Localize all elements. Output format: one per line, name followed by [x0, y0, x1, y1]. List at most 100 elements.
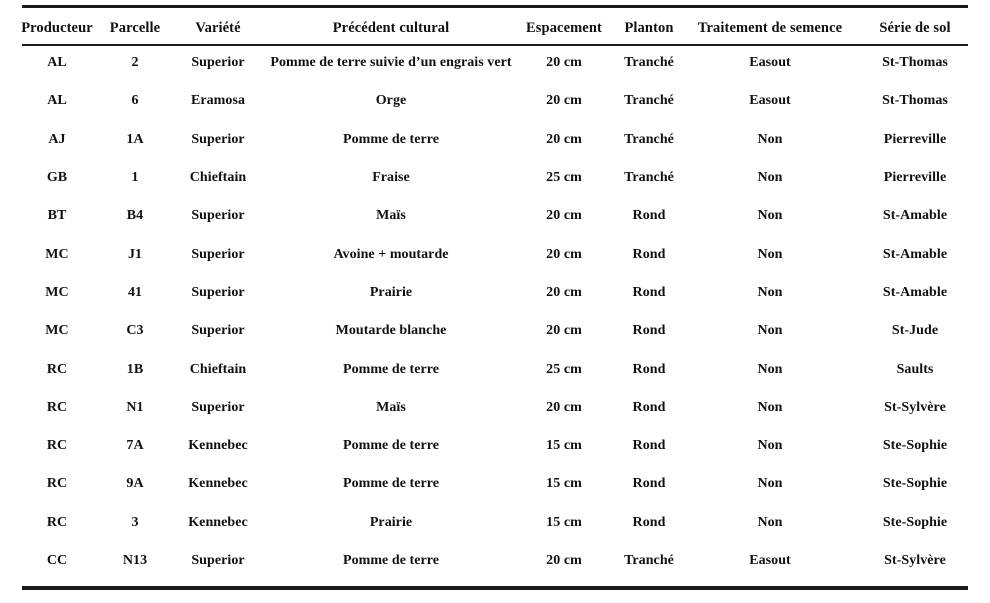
table-row: GB 1 Chieftain Fraise 25 cm Tranché Non Pierrev… [14, 159, 976, 197]
table-row: AL 6 Eramosa Orge 20 cm Tranché Easout St-Thoma… [14, 82, 976, 120]
cell-parcelle: 2 [131, 55, 139, 71]
cell-variete: Kennebec [188, 438, 248, 454]
cell-espacement: 20 cm [546, 246, 582, 262]
cell-producteur: MC [45, 284, 69, 300]
cell-variete: Chieftain [189, 170, 247, 186]
table-row: MC 41 Superior Prairie 20 cm Rond Non St-Amable [14, 274, 976, 312]
cell-producteur: MC [45, 323, 69, 339]
cell-producteur: BT [47, 208, 67, 224]
cell-precedent: Pomme de terre [342, 438, 440, 454]
cell-serie: St-Thomas [882, 55, 948, 71]
cell-planton: Rond [632, 246, 666, 262]
cell-espacement: 20 cm [546, 208, 582, 224]
cell-producteur: RC [46, 361, 68, 377]
cell-espacement: 20 cm [546, 93, 582, 109]
table-row: RC N1 Superior Maïs 20 cm Rond Non St-Sylvère [14, 389, 976, 427]
cell-traitement: Non [757, 514, 783, 530]
cell-traitement: Non [757, 476, 783, 492]
cell-planton: Rond [632, 323, 666, 339]
cell-parcelle: 1A [126, 131, 144, 147]
cell-variete: Superior [191, 323, 245, 339]
cell-producteur: RC [46, 476, 68, 492]
table-row: MC C3 Superior Moutarde blanche 20 cm Rond Non… [14, 312, 976, 350]
cell-traitement: Non [757, 438, 783, 454]
cell-variete: Superior [191, 399, 245, 415]
cell-serie: Ste-Sophie [882, 476, 948, 492]
cell-espacement: 20 cm [546, 323, 582, 339]
table-row: BT B4 Superior Maïs 20 cm Rond Non St-Amable [14, 197, 976, 235]
table-row: RC 1B Chieftain Pomme de terre 25 cm Rond Non S… [14, 350, 976, 388]
cell-planton: Rond [632, 514, 666, 530]
column-header-producteur: Producteur [21, 19, 93, 36]
cell-producteur: MC [45, 246, 69, 262]
table-row: RC 9A Kennebec Pomme de terre 15 cm Rond Non St… [14, 465, 976, 503]
cell-producteur: CC [46, 553, 68, 568]
cell-variete: Kennebec [188, 476, 248, 492]
cell-variete: Superior [191, 208, 245, 224]
cell-serie: St-Sylvère [884, 553, 946, 568]
cell-precedent: Pomme de terre [342, 131, 440, 147]
table-row: CC N13 Superior Pomme de terre 20 cm Tranché E… [14, 542, 976, 580]
cell-traitement: Easout [749, 553, 791, 568]
cell-serie: St-Sylvère [884, 399, 946, 415]
cell-espacement: 20 cm [546, 131, 582, 147]
column-header-traitement: Traitement de semence [697, 19, 843, 36]
table-header: Producteur Parcelle Variété Précédent cu… [14, 12, 976, 44]
cell-producteur: AJ [48, 131, 66, 147]
cell-parcelle: 1 [131, 170, 139, 186]
cell-serie: Pierreville [883, 170, 947, 186]
table-row: AL 2 Superior Pomme de terre suivie d’un en… [14, 44, 976, 82]
cell-parcelle: 3 [131, 514, 139, 530]
cell-precedent: Prairie [369, 514, 413, 530]
column-header-parcelle: Parcelle [109, 19, 161, 36]
cell-serie: St-Thomas [882, 93, 948, 109]
cell-precedent-text: Pomme de terre suivie d’un engrais vert [270, 55, 512, 71]
cell-espacement: 20 cm [546, 399, 582, 415]
cell-espacement: 25 cm [546, 170, 582, 186]
table-row: RC 3 Kennebec Prairie 15 cm Rond Non Ste-Sophie [14, 504, 976, 542]
cell-planton: Tranché [624, 93, 674, 109]
cell-producteur: RC [46, 399, 68, 415]
cell-traitement: Non [757, 323, 783, 339]
cell-traitement: Easout [749, 93, 791, 109]
cell-serie: Ste-Sophie [882, 514, 948, 530]
cell-serie: Ste-Sophie [882, 438, 948, 454]
table-top-rule [22, 5, 968, 8]
cell-serie: St-Jude [891, 323, 939, 339]
cell-parcelle: N13 [122, 553, 148, 568]
cell-parcelle: 1B [126, 361, 144, 377]
cell-variete: Kennebec [188, 514, 248, 530]
cell-traitement: Non [757, 399, 783, 415]
cell-parcelle: B4 [126, 208, 144, 224]
data-table: Producteur Parcelle Variété Précédent cu… [14, 12, 976, 580]
cell-espacement: 15 cm [546, 514, 582, 530]
cell-variete: Superior [191, 284, 245, 300]
cell-traitement: Non [757, 284, 783, 300]
cell-serie: Pierreville [883, 131, 947, 147]
cell-precedent: Pomme de terre suivie d’un engrais vert [266, 44, 516, 82]
cell-precedent: Maïs [376, 399, 406, 415]
cell-producteur: AL [47, 93, 67, 109]
table-row: RC 7A Kennebec Pomme de terre 15 cm Rond Non St… [14, 427, 976, 465]
cell-traitement: Non [757, 131, 783, 147]
column-header-precedent: Précédent cultural [332, 19, 450, 36]
cell-planton: Tranché [624, 553, 674, 568]
cell-planton: Rond [632, 476, 666, 492]
table-row: AJ 1A Superior Pomme de terre 20 cm Tranché No… [14, 121, 976, 159]
cell-variete: Superior [191, 246, 245, 262]
cell-traitement: Non [757, 246, 783, 262]
cell-producteur: GB [46, 170, 68, 186]
column-header-planton: Planton [624, 19, 674, 36]
cell-producteur: AL [47, 55, 67, 71]
cell-planton: Rond [632, 208, 666, 224]
cell-variete: Eramosa [190, 93, 245, 109]
cell-espacement: 20 cm [546, 284, 582, 300]
column-header-espacement: Espacement [526, 19, 602, 36]
cell-traitement: Easout [749, 55, 791, 71]
table-row: MC J1 Superior Avoine + moutarde 20 cm Rond No… [14, 235, 976, 273]
cell-planton: Rond [632, 284, 666, 300]
cell-parcelle: 9A [126, 476, 144, 492]
cell-espacement: 15 cm [546, 438, 582, 454]
cell-planton: Rond [632, 438, 666, 454]
cell-precedent: Pomme de terre [342, 361, 440, 377]
